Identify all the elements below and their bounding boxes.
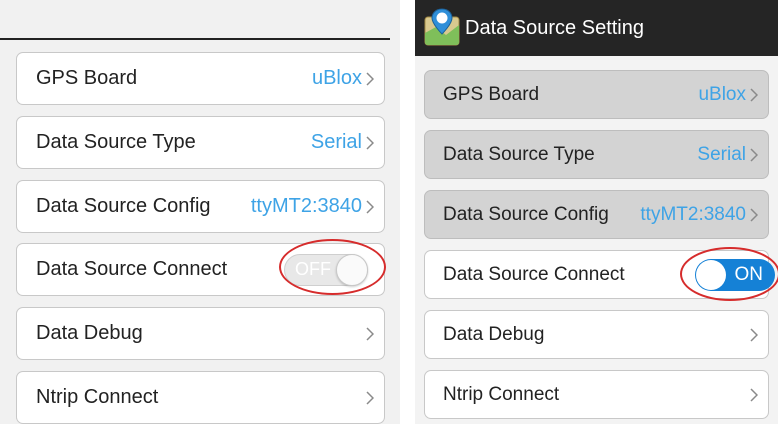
top-divider [0, 38, 390, 40]
data-source-type-row[interactable]: Data Source Type Serial [16, 116, 385, 169]
ntrip-connect-row[interactable]: Ntrip Connect [16, 371, 385, 424]
row-label: Data Source Connect [36, 258, 228, 280]
highlight-ring-right [680, 247, 778, 301]
screen-title: Data Source Setting [465, 17, 644, 39]
row-value: Serial [310, 131, 362, 153]
left-screen: GPS Board uBlox Data Source Type Serial … [0, 0, 400, 424]
chevron-right-icon [366, 308, 374, 359]
chevron-right-icon [750, 311, 758, 358]
row-label: Data Debug [36, 322, 143, 344]
row-label: Ntrip Connect [443, 383, 560, 405]
ntrip-connect-row[interactable]: Ntrip Connect [424, 370, 769, 419]
chevron-right-icon [750, 71, 758, 118]
row-value: ttyMT2:3840 [640, 203, 746, 225]
row-value: Serial [697, 143, 746, 165]
row-label: Data Source Type [443, 143, 595, 165]
chevron-right-icon [366, 181, 374, 232]
gps-board-row[interactable]: GPS Board uBlox [424, 70, 769, 119]
row-value: ttyMT2:3840 [250, 195, 362, 217]
gis-map-pin-icon [424, 7, 460, 47]
gps-board-row[interactable]: GPS Board uBlox [16, 52, 385, 105]
row-label: Data Source Type [36, 131, 196, 153]
row-value: uBlox [311, 67, 362, 89]
row-label: Data Debug [443, 323, 545, 345]
chevron-right-icon [366, 53, 374, 104]
row-label: GPS Board [443, 83, 540, 105]
chevron-right-icon [366, 117, 374, 168]
row-value: uBlox [698, 83, 746, 105]
right-screen: Data Source Setting GPS Board uBlox Data… [415, 0, 778, 424]
chevron-right-icon [750, 131, 758, 178]
row-label: Data Source Connect [443, 263, 625, 285]
row-label: GPS Board [36, 67, 138, 89]
chevron-right-icon [750, 191, 758, 238]
row-label: Data Source Config [36, 195, 211, 217]
chevron-right-icon [750, 371, 758, 418]
data-source-type-row[interactable]: Data Source Type Serial [424, 130, 769, 179]
row-label: Data Source Config [443, 203, 609, 225]
row-label: Ntrip Connect [36, 386, 159, 408]
data-debug-row[interactable]: Data Debug [424, 310, 769, 359]
data-source-config-row[interactable]: Data Source Config ttyMT2:3840 [424, 190, 769, 239]
data-source-config-row[interactable]: Data Source Config ttyMT2:3840 [16, 180, 385, 233]
title-bar: Data Source Setting [415, 0, 778, 56]
chevron-right-icon [366, 372, 374, 423]
highlight-ring-left [279, 239, 386, 295]
data-debug-row[interactable]: Data Debug [16, 307, 385, 360]
